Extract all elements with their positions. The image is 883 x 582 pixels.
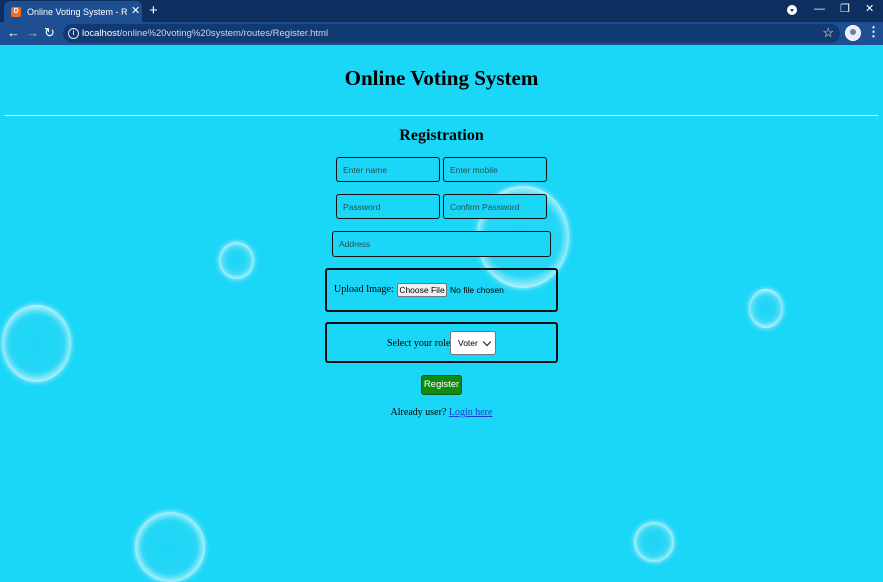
star-icon[interactable]: ☆ — [822, 25, 834, 41]
mobile-input[interactable] — [443, 157, 547, 182]
close-window-icon[interactable]: ✕ — [865, 4, 874, 15]
reload-icon[interactable]: ↻ — [44, 26, 55, 40]
tab-bar: D Online Voting System - Registration ✕ … — [0, 0, 883, 22]
register-button[interactable]: Register — [421, 375, 462, 395]
bubble-decoration — [135, 512, 205, 582]
address-bar[interactable]: i localhost/online%20voting%20system/rou… — [63, 24, 840, 43]
address-input[interactable] — [332, 231, 551, 257]
menu-icon[interactable]: ⋮ — [867, 25, 880, 39]
choose-file-button[interactable]: Choose File — [397, 283, 447, 297]
registration-heading: Registration — [399, 127, 484, 144]
bubble-decoration — [2, 305, 71, 382]
already-user-line: Already user? Login here — [0, 407, 883, 418]
bubble-decoration — [219, 242, 254, 279]
favicon-icon: D — [11, 6, 21, 17]
role-selected-value: Voter — [458, 338, 478, 348]
chevron-down-icon — [482, 337, 492, 347]
restore-icon[interactable]: ❐ — [840, 4, 850, 15]
back-icon[interactable]: ← — [7, 26, 20, 40]
profile-icon[interactable] — [845, 25, 861, 41]
role-label: Select your role: — [387, 338, 454, 349]
tab-search-icon[interactable] — [787, 5, 797, 15]
minimize-icon[interactable]: — — [814, 4, 825, 15]
browser-tab[interactable]: D Online Voting System - Registration ✕ — [4, 1, 142, 22]
page-title: Online Voting System — [344, 66, 539, 90]
info-icon[interactable]: i — [68, 28, 79, 39]
forward-icon[interactable]: → — [26, 26, 39, 40]
bubble-decoration — [749, 289, 783, 328]
browser-toolbar: ← → ↻ i localhost/online%20voting%20syst… — [0, 22, 883, 45]
bubble-decoration — [634, 522, 674, 562]
tab-title: Online Voting System - Registration — [27, 6, 127, 17]
tab-close-icon[interactable]: ✕ — [131, 6, 140, 17]
confirm-password-input[interactable] — [443, 194, 547, 219]
login-link[interactable]: Login here — [449, 407, 493, 418]
password-input[interactable] — [336, 194, 440, 219]
role-select[interactable]: Voter — [450, 331, 496, 355]
upload-image-label: Upload Image: — [334, 284, 394, 295]
url-text: localhost/online%20voting%20system/route… — [82, 28, 329, 39]
already-user-text: Already user? — [390, 407, 447, 418]
name-input[interactable] — [336, 157, 440, 182]
new-tab-icon[interactable]: + — [149, 3, 158, 18]
file-status-text: No file chosen — [450, 285, 504, 295]
header-divider — [5, 115, 878, 116]
